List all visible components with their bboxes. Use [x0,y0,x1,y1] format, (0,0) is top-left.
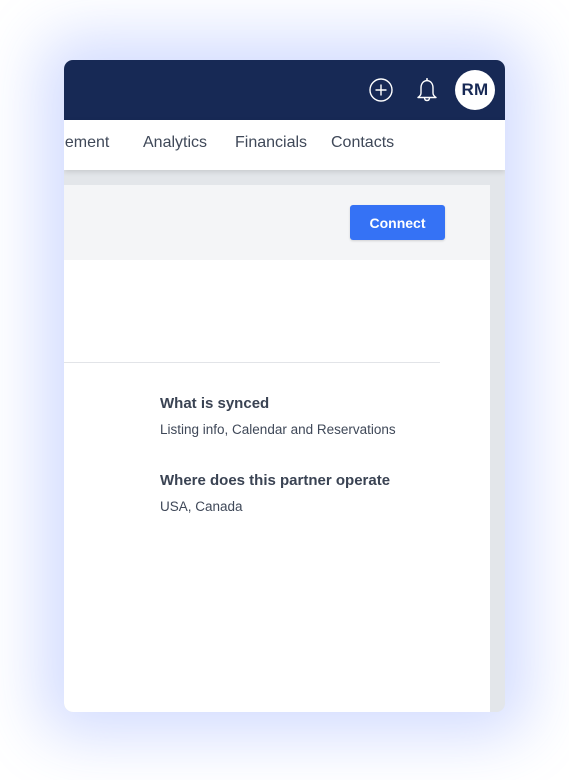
connect-button[interactable]: Connect [350,205,445,240]
nav-item-analytics[interactable]: Analytics [143,120,207,170]
app-window: RM gement Analytics Financials Contacts … [64,60,505,712]
bell-icon [417,78,437,102]
user-avatar[interactable]: RM [455,70,495,110]
add-button[interactable] [366,75,396,105]
partner-operates-label: Where does this partner operate [160,472,391,489]
content-area: Connect What is synced Listing info, Cal… [64,170,505,712]
what-is-synced-label: What is synced [160,395,270,412]
main-nav: gement Analytics Financials Contacts [64,120,505,170]
partner-panel: Connect What is synced Listing info, Cal… [64,185,490,712]
top-bar: RM [64,60,505,120]
section-divider [64,362,440,363]
panel-header: Connect [64,185,490,260]
partner-operates-value: USA, Canada [160,499,243,514]
plus-circle-icon [369,78,393,102]
notifications-button[interactable] [412,75,442,105]
nav-item-financials[interactable]: Financials [235,120,307,170]
what-is-synced-value: Listing info, Calendar and Reservations [160,422,396,437]
nav-item-contacts[interactable]: Contacts [331,120,394,170]
nav-item-management[interactable]: gement [64,120,109,170]
